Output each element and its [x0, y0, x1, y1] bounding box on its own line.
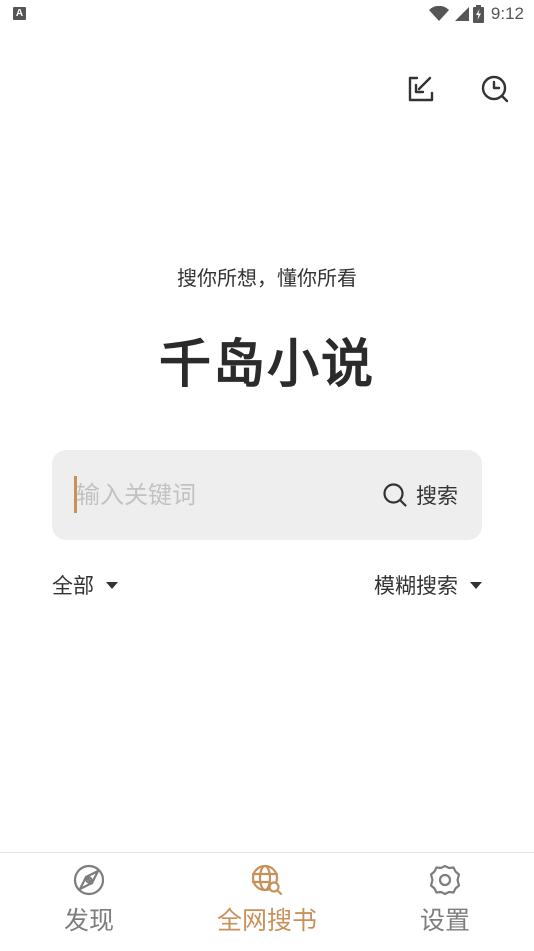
gear-icon [429, 864, 461, 896]
slogan-text: 搜你所想，懂你所看 [177, 266, 357, 290]
nav-item-search-all[interactable]: 全网搜书 [197, 863, 337, 937]
status-icons: 9:12 [428, 4, 524, 24]
battery-charging-icon [472, 5, 484, 23]
search-button-label: 搜索 [416, 484, 458, 508]
search-icon [383, 483, 407, 507]
nav-label-discover: 发现 [63, 906, 114, 935]
search-box[interactable]: 搜索 [52, 450, 482, 540]
status-bar: A 9:12 [0, 0, 534, 28]
scope-dropdown-label: 全部 [52, 574, 94, 598]
bottom-nav: 发现 全网搜书 设置 [0, 852, 534, 951]
status-time: 9:12 [490, 4, 524, 23]
nav-item-discover[interactable]: 发现 [19, 863, 159, 937]
nav-item-settings[interactable]: 设置 [375, 863, 515, 937]
dropdown-arrow-icon [106, 581, 118, 589]
nav-label-settings: 设置 [419, 906, 470, 935]
scope-dropdown[interactable]: 全部 [52, 570, 118, 600]
history-clock-icon[interactable] [478, 72, 512, 106]
download-check-icon[interactable] [404, 72, 438, 106]
wifi-icon [428, 6, 449, 21]
compass-icon [73, 864, 105, 896]
search-mode-label: 模糊搜索 [374, 574, 458, 598]
dropdown-arrow-icon [470, 581, 482, 589]
search-button[interactable]: 搜索 [382, 478, 458, 512]
search-input[interactable] [76, 472, 346, 518]
search-mode-dropdown[interactable]: 模糊搜索 [374, 570, 482, 600]
globe-search-icon [251, 864, 283, 896]
nav-label-search-all: 全网搜书 [216, 906, 317, 935]
signal-icon [454, 7, 469, 21]
app-title: 千岛小说 [158, 335, 375, 395]
app-notification-icon: A [13, 7, 26, 20]
